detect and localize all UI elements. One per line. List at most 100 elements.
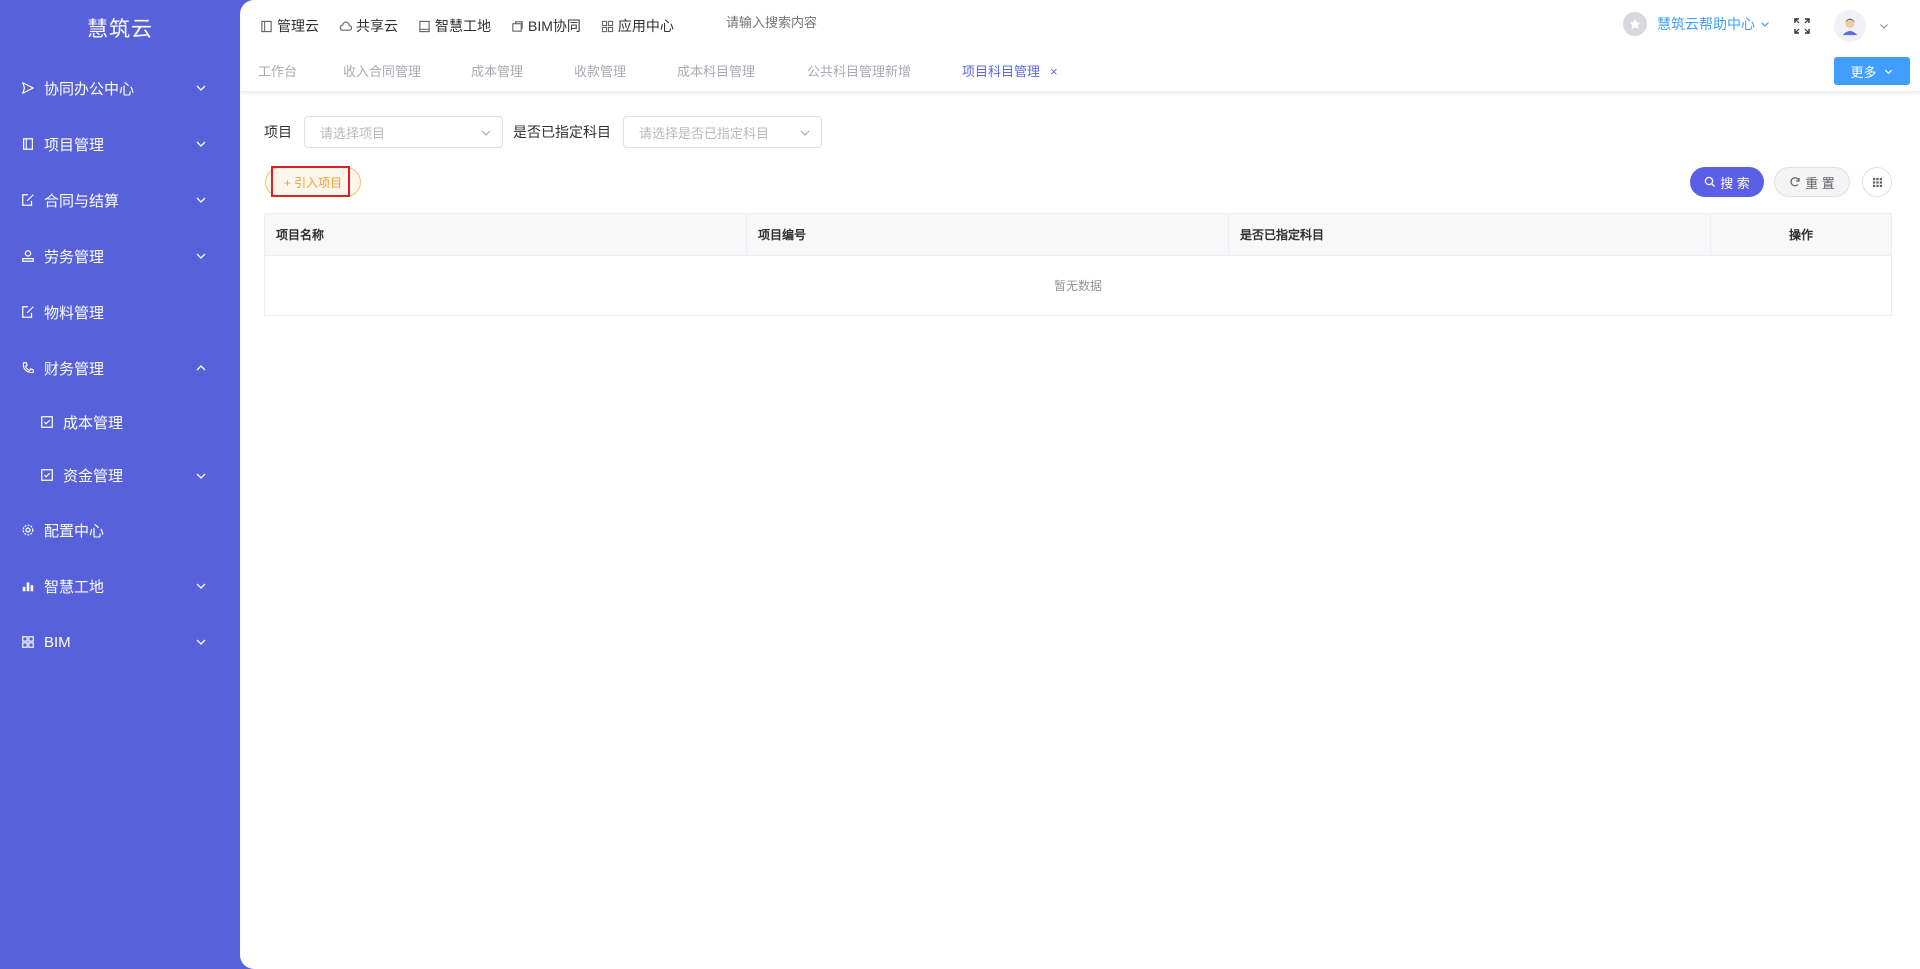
assigned-filter-label: 是否已指定科目 bbox=[513, 124, 611, 140]
sidebar-item-label: 成本管理 bbox=[63, 415, 124, 432]
grid-icon bbox=[1872, 177, 1882, 187]
chevron-down-icon bbox=[196, 473, 206, 479]
refresh-icon bbox=[1790, 177, 1800, 187]
nav-link-label: 智慧工地 bbox=[435, 18, 491, 34]
book-icon bbox=[261, 20, 272, 32]
sidebar-item-config[interactable]: 配置中心 bbox=[0, 502, 240, 558]
tab-project-subject[interactable]: 项目科目管理 × bbox=[962, 52, 1058, 92]
fullscreen-icon[interactable] bbox=[1793, 17, 1811, 35]
chevron-down-icon bbox=[1761, 22, 1769, 27]
cloud-icon bbox=[339, 21, 352, 31]
chevron-down-icon[interactable] bbox=[1878, 20, 1890, 32]
gear-icon bbox=[20, 522, 36, 538]
layers-icon bbox=[512, 20, 523, 32]
user-avatar-icon bbox=[1842, 18, 1858, 36]
global-search-input[interactable] bbox=[726, 15, 966, 30]
tab-cost-management[interactable]: 成本管理 bbox=[471, 52, 523, 92]
column-header: 操作 bbox=[1788, 228, 1813, 242]
book-icon bbox=[20, 136, 36, 152]
column-settings-button[interactable] bbox=[1862, 167, 1892, 197]
tab-label: 项目科目管理 bbox=[962, 64, 1041, 79]
sidebar-item-finance[interactable]: 财务管理 bbox=[0, 340, 240, 396]
edit-doc-icon bbox=[20, 304, 36, 320]
user-stamp-icon bbox=[20, 248, 36, 264]
chevron-down-icon bbox=[196, 141, 206, 147]
top-nav: 管理云 共享云 智慧工地 BIM协同 应用中心 慧筑云帮助中心 bbox=[240, 0, 1920, 52]
column-header[interactable]: 是否已指定科目 bbox=[1229, 214, 1711, 255]
sidebar-item-label: 财务管理 bbox=[44, 360, 105, 378]
column-header[interactable]: 项目名称 bbox=[265, 214, 747, 255]
tab-label: 工作台 bbox=[258, 64, 298, 79]
checkbox-icon bbox=[40, 468, 55, 483]
assigned-select[interactable]: 请选择是否已指定科目 bbox=[623, 116, 822, 148]
chevron-down-icon bbox=[196, 583, 206, 589]
tab-label: 公共科目管理新增 bbox=[807, 64, 912, 79]
reset-button[interactable]: 重 置 bbox=[1774, 167, 1850, 197]
sidebar-item-labor[interactable]: 劳务管理 bbox=[0, 228, 240, 284]
sidebar-item-bim[interactable]: BIM bbox=[0, 614, 240, 670]
main-panel: 管理云 共享云 智慧工地 BIM协同 应用中心 慧筑云帮助中心 bbox=[240, 0, 1920, 969]
sidebar-item-label: 配置中心 bbox=[44, 522, 105, 540]
tab-label: 收款管理 bbox=[574, 64, 627, 79]
tab-public-subject-new[interactable]: 公共科目管理新增 bbox=[807, 52, 911, 92]
sidebar-item-label: 协同办公中心 bbox=[44, 80, 135, 98]
tab-label: 成本科目管理 bbox=[677, 64, 756, 79]
empty-state-text: 暂无数据 bbox=[1053, 279, 1102, 293]
chevron-down-icon bbox=[196, 85, 206, 91]
tab-label: 收入合同管理 bbox=[343, 64, 422, 79]
tab-cost-subject[interactable]: 成本科目管理 bbox=[677, 52, 755, 92]
project-select[interactable]: 请选择项目 bbox=[304, 116, 503, 148]
filter-bar: 项目 请选择项目 是否已指定科目 请选择是否已指定科目 bbox=[264, 116, 822, 148]
search-icon bbox=[1704, 176, 1716, 187]
project-table: 项目名称 项目编号 是否已指定科目 操作 暂无数据 bbox=[264, 213, 1892, 316]
help-center-label: 慧筑云帮助中心 bbox=[1657, 16, 1755, 32]
sidebar-item-label: BIM bbox=[44, 633, 71, 651]
tab-workbench[interactable]: 工作台 bbox=[258, 52, 297, 92]
search-button[interactable]: 搜 索 bbox=[1690, 167, 1764, 197]
sidebar-item-label: 劳务管理 bbox=[44, 248, 105, 266]
nav-bim-collab[interactable]: BIM协同 bbox=[511, 16, 581, 36]
help-center-dropdown[interactable]: 慧筑云帮助中心 bbox=[1623, 12, 1771, 36]
sidebar-item-label: 合同与结算 bbox=[44, 192, 120, 210]
nav-app-center[interactable]: 应用中心 bbox=[601, 16, 674, 36]
send-icon bbox=[20, 80, 36, 96]
sidebar-item-collab-office[interactable]: 协同办公中心 bbox=[0, 60, 240, 116]
sidebar-item-materials[interactable]: 物料管理 bbox=[0, 284, 240, 340]
checkbox-icon bbox=[40, 415, 55, 430]
sidebar-item-smart-site[interactable]: 智慧工地 bbox=[0, 558, 240, 614]
chevron-down-icon bbox=[481, 130, 491, 136]
assigned-select-placeholder: 请选择是否已指定科目 bbox=[639, 125, 770, 141]
book-icon bbox=[419, 20, 430, 32]
nav-smart-site[interactable]: 智慧工地 bbox=[418, 16, 491, 36]
sidebar-item-project[interactable]: 项目管理 bbox=[0, 116, 240, 172]
sidebar-item-label: 智慧工地 bbox=[44, 578, 105, 596]
tab-label: 成本管理 bbox=[471, 64, 524, 79]
nav-link-label: 应用中心 bbox=[617, 18, 674, 34]
sidebar-item-label: 资金管理 bbox=[63, 468, 124, 485]
edit-doc-icon bbox=[20, 192, 36, 208]
reset-button-label: 重 置 bbox=[1805, 175, 1835, 191]
more-label: 更多 bbox=[1850, 64, 1877, 80]
sidebar-item-cost[interactable]: 成本管理 bbox=[0, 396, 240, 449]
project-select-placeholder: 请选择项目 bbox=[320, 125, 386, 141]
tab-receipts[interactable]: 收款管理 bbox=[574, 52, 626, 92]
chevron-down-icon bbox=[800, 130, 810, 136]
nav-share-cloud[interactable]: 共享云 bbox=[339, 16, 398, 36]
nav-link-label: BIM协同 bbox=[528, 18, 581, 34]
tab-income-contract[interactable]: 收入合同管理 bbox=[343, 52, 421, 92]
app-logo: 慧筑云 bbox=[87, 18, 153, 41]
user-avatar[interactable] bbox=[1834, 10, 1866, 42]
table-header: 项目名称 项目编号 是否已指定科目 操作 bbox=[265, 214, 1891, 256]
more-button[interactable]: 更多 bbox=[1834, 57, 1910, 85]
nav-management-cloud[interactable]: 管理云 bbox=[260, 16, 319, 36]
sidebar-item-funds[interactable]: 资金管理 bbox=[0, 449, 240, 502]
import-project-button[interactable]: + 引入项目 bbox=[265, 167, 361, 197]
column-header[interactable]: 项目编号 bbox=[747, 214, 1229, 255]
sidebar-item-label: 项目管理 bbox=[44, 136, 105, 154]
chevron-down-icon bbox=[196, 253, 206, 259]
help-avatar-icon bbox=[1623, 12, 1647, 36]
tabs-bar: 工作台 收入合同管理 成本管理 收款管理 成本科目管理 公共科目管理新增 项目科… bbox=[240, 52, 1920, 92]
sidebar: 慧筑云 协同办公中心 项目管理 合同与结算 劳务管理 物料管理 财务管理 成本管… bbox=[0, 0, 240, 969]
close-icon[interactable]: × bbox=[1050, 52, 1058, 92]
sidebar-item-contract[interactable]: 合同与结算 bbox=[0, 172, 240, 228]
